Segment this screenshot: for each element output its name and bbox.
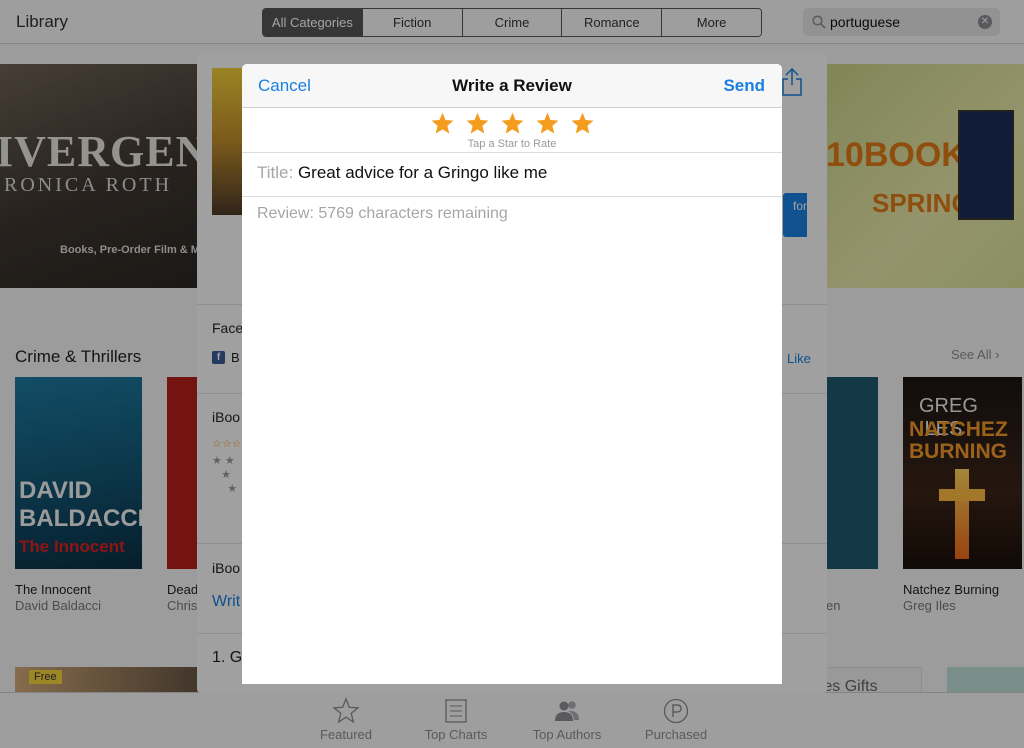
title-label: Title:	[257, 163, 294, 182]
star-rating-control	[242, 111, 782, 137]
title-value: Great advice for a Gringo like me	[297, 163, 548, 182]
modal-title: Write a Review	[452, 76, 572, 95]
star-icon[interactable]	[430, 111, 455, 136]
send-button[interactable]: Send	[723, 76, 765, 96]
write-review-modal: Write a Review Cancel Send Tap a Star to…	[242, 64, 782, 684]
star-icon[interactable]	[465, 111, 490, 136]
divider	[242, 152, 782, 153]
divider	[242, 196, 782, 197]
review-title-field[interactable]: Title: Great advice for a Gringo like me	[257, 163, 547, 183]
star-icon[interactable]	[535, 111, 560, 136]
modal-navbar: Write a Review Cancel Send	[242, 64, 782, 108]
rate-hint: Tap a Star to Rate	[467, 138, 557, 150]
review-placeholder: Review: 5769 characters remaining	[257, 205, 508, 222]
star-icon[interactable]	[500, 111, 525, 136]
star-icon[interactable]	[570, 111, 595, 136]
review-body-field[interactable]: Review: 5769 characters remaining	[257, 205, 508, 223]
cancel-button[interactable]: Cancel	[258, 76, 311, 96]
